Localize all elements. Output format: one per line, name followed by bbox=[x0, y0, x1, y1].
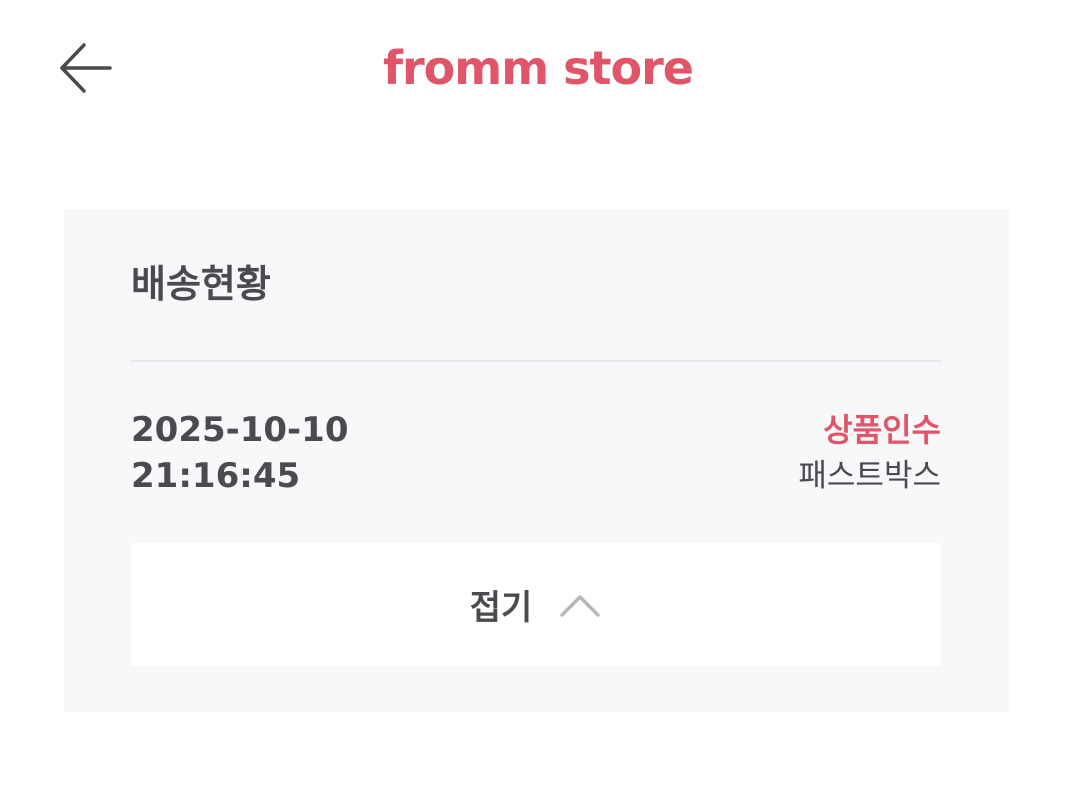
delivery-datetime: 2025-10-10 21:16:45 bbox=[131, 407, 348, 499]
courier-name: 패스트박스 bbox=[798, 458, 941, 494]
delivery-date: 2025-10-10 bbox=[131, 410, 349, 450]
collapse-button[interactable]: 접기 bbox=[131, 543, 941, 666]
panel-title: 배송현황 bbox=[131, 262, 271, 306]
delivery-status-panel: 배송현황 2025-10-10 21:16:45 상품인수 패스트박스 접기 bbox=[64, 209, 1009, 712]
chevron-up-icon bbox=[558, 591, 602, 619]
delivery-time: 21:16:45 bbox=[131, 456, 301, 496]
brand-logo: fromm store bbox=[382, 41, 694, 95]
delivery-status: 상품인수 패스트박스 bbox=[798, 407, 941, 499]
divider bbox=[131, 360, 941, 362]
collapse-label: 접기 bbox=[469, 588, 533, 628]
header: fromm store bbox=[0, 0, 1076, 136]
status-label: 상품인수 bbox=[823, 411, 941, 449]
